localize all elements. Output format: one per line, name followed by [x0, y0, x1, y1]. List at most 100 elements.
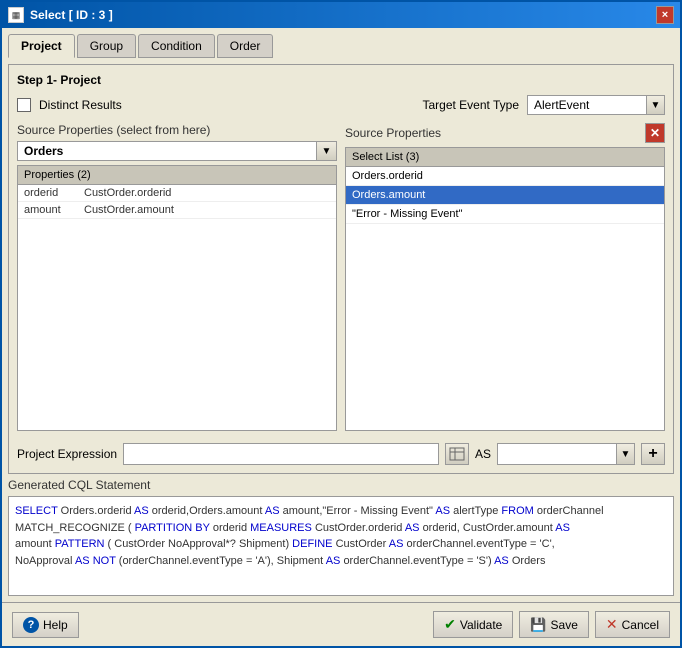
kw-as-1: AS — [134, 505, 149, 517]
cancel-label: Cancel — [622, 618, 659, 632]
tab-bar: Project Group Condition Order — [8, 34, 674, 58]
remove-icon: ✕ — [650, 126, 660, 140]
list-item-0[interactable]: Orders.orderid — [346, 167, 664, 186]
options-row: Distinct Results Target Event Type Alert… — [17, 95, 665, 115]
source-left-dropdown: Orders ▼ — [17, 141, 337, 161]
title-bar: ▦ Select [ ID : 3 ] × — [2, 2, 680, 28]
plus-button[interactable]: + — [641, 443, 665, 465]
action-buttons: ✔ Validate 💾 Save ✕ Cancel — [433, 611, 670, 638]
left-col: Source Properties (select from here) Ord… — [17, 123, 337, 431]
validate-icon: ✔ — [444, 616, 456, 633]
expression-row: Project Expression AS ▼ + — [17, 443, 665, 465]
prop-row-orderid[interactable]: orderid CustOrder.orderid — [18, 185, 336, 202]
tab-group[interactable]: Group — [77, 34, 136, 58]
expr-icon-button[interactable] — [445, 443, 469, 465]
properties-table: Properties (2) orderid CustOrder.orderid… — [17, 165, 337, 431]
kw-partition: PARTITION BY — [135, 522, 210, 534]
cancel-button[interactable]: ✕ Cancel — [595, 611, 670, 638]
help-icon: ? — [23, 617, 39, 633]
prop-row-amount[interactable]: amount CustOrder.amount — [18, 202, 336, 219]
kw-pattern: PATTERN — [55, 538, 105, 550]
cql-section: SELECT Orders.orderid AS orderid,Orders.… — [8, 496, 674, 596]
cql-text-13: orderChannel.eventType = 'C', — [407, 538, 555, 550]
window-title: Select [ ID : 3 ] — [30, 8, 113, 22]
distinct-label: Distinct Results — [39, 98, 122, 112]
cql-text-15: (orderChannel.eventType = 'A'), Shipment — [119, 555, 326, 567]
cql-text-11: ( CustOrder NoApproval*? Shipment) — [108, 538, 293, 550]
cql-text-8: CustOrder.orderid — [315, 522, 405, 534]
prop-name-0: orderid — [24, 187, 84, 199]
as-input[interactable] — [497, 443, 617, 465]
cql-line3: amount PATTERN ( CustOrder NoApproval*? … — [15, 536, 667, 553]
select-list: Select List (3) Orders.orderid Orders.am… — [345, 147, 665, 431]
kw-select: SELECT — [15, 505, 58, 517]
as-dropdown-btn[interactable]: ▼ — [617, 443, 635, 465]
cql-title: Generated CQL Statement — [8, 478, 674, 492]
main-panel: Step 1- Project Distinct Results Target … — [8, 64, 674, 474]
target-event-input[interactable]: AlertEvent — [527, 95, 647, 115]
cql-line4: NoApproval AS NOT (orderChannel.eventTyp… — [15, 553, 667, 570]
save-button[interactable]: 💾 Save — [519, 611, 589, 638]
main-window: ▦ Select [ ID : 3 ] × Project Group Cond… — [0, 0, 682, 648]
content-area: Project Group Condition Order Step 1- Pr… — [2, 28, 680, 602]
kw-not: NOT — [93, 555, 116, 567]
tab-project[interactable]: Project — [8, 34, 75, 58]
right-header-row: Source Properties ✕ — [345, 123, 665, 143]
list-item-2[interactable]: "Error - Missing Event" — [346, 205, 664, 224]
target-event-dropdown: AlertEvent ▼ — [527, 95, 665, 115]
right-col: Source Properties ✕ Select List (3) Orde… — [345, 123, 665, 431]
kw-as-3: AS — [435, 505, 450, 517]
cql-outer: Generated CQL Statement SELECT Orders.or… — [8, 478, 674, 596]
close-button[interactable]: × — [656, 6, 674, 24]
kw-measures: MEASURES — [250, 522, 312, 534]
source-left-title: Source Properties (select from here) — [17, 123, 337, 137]
source-left-dropdown-btn[interactable]: ▼ — [317, 141, 337, 161]
cancel-icon: ✕ — [606, 616, 618, 633]
target-event-dropdown-btn[interactable]: ▼ — [647, 95, 665, 115]
cql-text-2: orderid,Orders.amount — [152, 505, 265, 517]
validate-button[interactable]: ✔ Validate — [433, 611, 513, 638]
distinct-checkbox[interactable] — [17, 98, 31, 112]
cql-text-3: amount,"Error - Missing Event" — [283, 505, 436, 517]
prop-name-1: amount — [24, 204, 84, 216]
step-title: Step 1- Project — [17, 73, 665, 87]
help-label: Help — [43, 618, 68, 632]
cql-line1: SELECT Orders.orderid AS orderid,Orders.… — [15, 503, 667, 520]
expr-input[interactable] — [123, 443, 439, 465]
cql-text-1: Orders.orderid — [61, 505, 134, 517]
kw-as-7: AS — [75, 555, 90, 567]
window-icon: ▦ — [8, 7, 24, 23]
kw-from: FROM — [501, 505, 533, 517]
cql-text-10: amount — [15, 538, 55, 550]
expr-label: Project Expression — [17, 447, 117, 461]
cql-text-6: MATCH_RECOGNIZE ( — [15, 522, 135, 534]
prop-value-0: CustOrder.orderid — [84, 187, 330, 199]
kw-as-2: AS — [265, 505, 280, 517]
kw-as-9: AS — [494, 555, 509, 567]
bottom-bar: ? Help ✔ Validate 💾 Save ✕ Cancel — [2, 602, 680, 646]
cql-text-14: NoApproval — [15, 555, 75, 567]
kw-as-5: AS — [555, 522, 570, 534]
select-list-header: Select List (3) — [346, 148, 664, 167]
cql-text-17: Orders — [512, 555, 546, 567]
prop-value-1: CustOrder.amount — [84, 204, 330, 216]
help-button[interactable]: ? Help — [12, 612, 79, 638]
as-combo: ▼ — [497, 443, 635, 465]
list-item-1[interactable]: Orders.amount — [346, 186, 664, 205]
prop-header: Properties (2) — [18, 166, 336, 185]
two-col-area: Source Properties (select from here) Ord… — [17, 123, 665, 431]
tab-order[interactable]: Order — [217, 34, 274, 58]
validate-label: Validate — [460, 618, 502, 632]
remove-button[interactable]: ✕ — [645, 123, 665, 143]
cql-line2: MATCH_RECOGNIZE ( PARTITION BY orderid M… — [15, 520, 667, 537]
tab-condition[interactable]: Condition — [138, 34, 215, 58]
kw-as-8: AS — [326, 555, 341, 567]
cql-text-9: orderid, CustOrder.amount — [423, 522, 556, 534]
cql-text-7: orderid — [213, 522, 250, 534]
kw-as-4: AS — [405, 522, 420, 534]
source-right-title: Source Properties — [345, 126, 441, 140]
cql-text-4: alertType — [453, 505, 501, 517]
kw-define: DEFINE — [292, 538, 332, 550]
as-label: AS — [475, 447, 491, 461]
source-left-input[interactable]: Orders — [17, 141, 317, 161]
